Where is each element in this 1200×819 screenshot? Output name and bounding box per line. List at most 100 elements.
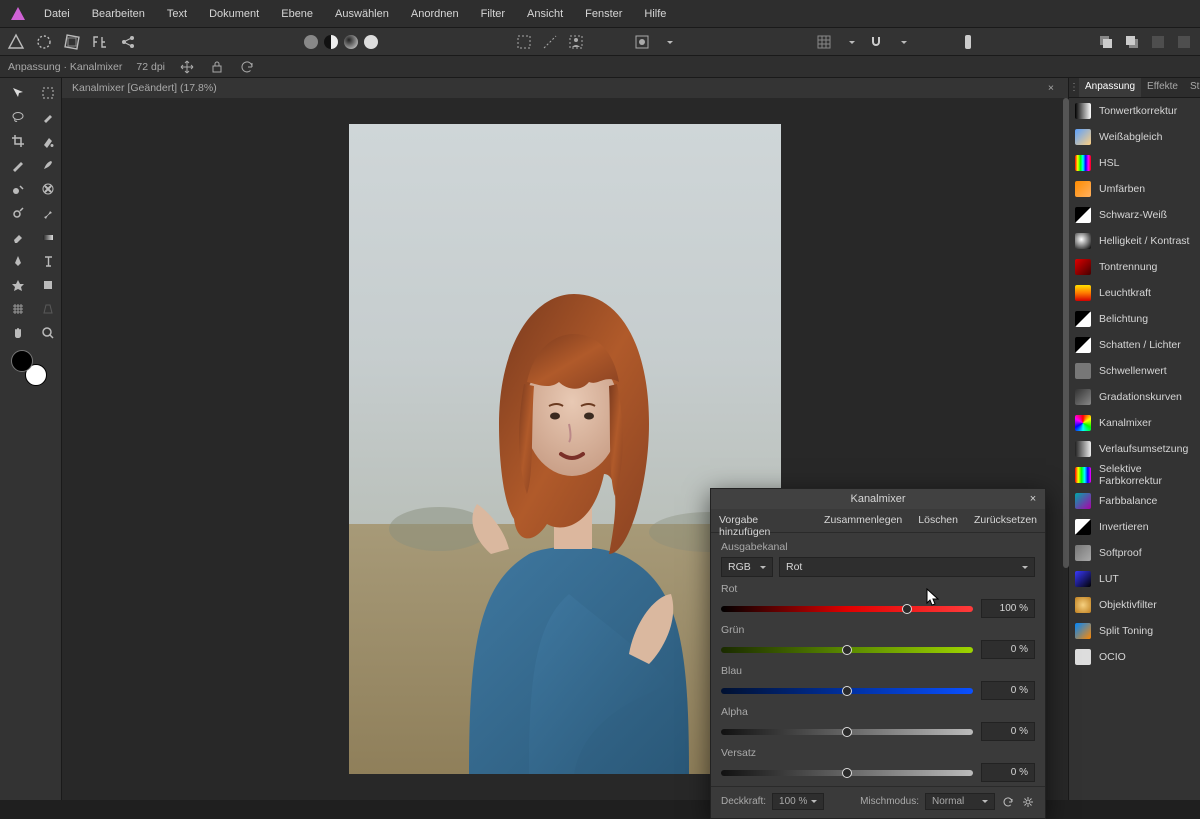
tool-paint[interactable] xyxy=(34,154,62,176)
ctx-refresh-icon[interactable] xyxy=(239,59,255,75)
action-merge[interactable]: Zusammenlegen xyxy=(816,509,910,532)
slider-thumb[interactable] xyxy=(842,645,852,655)
tool-retouch[interactable] xyxy=(34,202,62,224)
marquee-person-icon[interactable] xyxy=(566,32,586,52)
color-model-select[interactable]: RGB xyxy=(721,557,773,577)
dialog-titlebar[interactable]: Kanalmixer × xyxy=(711,489,1045,509)
adjustment-item[interactable]: Split Toning xyxy=(1069,618,1200,644)
slider-track[interactable] xyxy=(721,688,973,694)
dialog-close-icon[interactable]: × xyxy=(1025,491,1041,507)
action-delete[interactable]: Löschen xyxy=(910,509,966,532)
adjustment-item[interactable]: Kanalmixer xyxy=(1069,410,1200,436)
tool-text[interactable] xyxy=(34,250,62,272)
slider-track[interactable] xyxy=(721,729,973,735)
adjustment-item[interactable]: Invertieren xyxy=(1069,514,1200,540)
marquee-diag-icon[interactable] xyxy=(540,32,560,52)
menu-edit[interactable]: Bearbeiten xyxy=(82,4,155,24)
grid-icon[interactable] xyxy=(814,32,834,52)
slider-value[interactable]: 0 % xyxy=(981,722,1035,741)
tool-heal[interactable] xyxy=(34,178,62,200)
tool-mesh[interactable] xyxy=(4,298,32,320)
adjustment-item[interactable]: Helligkeit / Kontrast xyxy=(1069,228,1200,254)
ctx-lock-icon[interactable] xyxy=(209,59,225,75)
menu-filter[interactable]: Filter xyxy=(471,4,515,24)
adjustment-item[interactable]: Tonwertkorrektur xyxy=(1069,98,1200,124)
adjustment-item[interactable]: HSL xyxy=(1069,150,1200,176)
menu-window[interactable]: Fenster xyxy=(575,4,632,24)
tool-move[interactable] xyxy=(4,82,32,104)
persona-photo-icon[interactable] xyxy=(6,32,26,52)
persona-export-icon[interactable] xyxy=(118,32,138,52)
shape-flat-icon[interactable] xyxy=(304,35,318,49)
tool-perspective[interactable] xyxy=(34,298,62,320)
tool-hand[interactable] xyxy=(4,322,32,344)
tab-effects[interactable]: Effekte xyxy=(1141,78,1184,97)
tool-dodge[interactable] xyxy=(4,202,32,224)
slider-thumb[interactable] xyxy=(842,768,852,778)
adjustment-item[interactable]: Leuchtkraft xyxy=(1069,280,1200,306)
menu-document[interactable]: Dokument xyxy=(199,4,269,24)
tool-pencil[interactable] xyxy=(4,154,32,176)
adjustment-item[interactable]: Umfärben xyxy=(1069,176,1200,202)
menu-view[interactable]: Ansicht xyxy=(517,4,573,24)
persona-liquify-icon[interactable] xyxy=(34,32,54,52)
adjustment-item[interactable]: Weißabgleich xyxy=(1069,124,1200,150)
document-tab[interactable]: Kanalmixer [Geändert] (17.8%) × xyxy=(62,78,1068,98)
tool-shape[interactable] xyxy=(4,274,32,296)
adjustment-item[interactable]: LUT xyxy=(1069,566,1200,592)
tool-erase[interactable] xyxy=(4,226,32,248)
slider-thumb[interactable] xyxy=(842,686,852,696)
adjustment-item[interactable]: Verlaufsumsetzung xyxy=(1069,436,1200,462)
shape-solid-icon[interactable] xyxy=(364,35,378,49)
tool-lasso[interactable] xyxy=(4,106,32,128)
tool-brush-select[interactable] xyxy=(34,106,62,128)
reset-small-icon[interactable] xyxy=(1001,795,1015,809)
shape-half-icon[interactable] xyxy=(324,35,338,49)
persona-tone-icon[interactable] xyxy=(90,32,110,52)
menu-text[interactable]: Text xyxy=(157,4,197,24)
adjustment-item[interactable]: Schwellenwert xyxy=(1069,358,1200,384)
slider-track[interactable] xyxy=(721,770,973,776)
quickmask-dropdown[interactable] xyxy=(658,32,678,52)
slider-value[interactable]: 0 % xyxy=(981,763,1035,782)
adjustment-item[interactable]: Gradationskurven xyxy=(1069,384,1200,410)
opacity-select[interactable]: 100 % xyxy=(772,793,824,810)
slider-thumb[interactable] xyxy=(842,727,852,737)
slider-value[interactable]: 0 % xyxy=(981,640,1035,659)
menu-arrange[interactable]: Anordnen xyxy=(401,4,469,24)
blendmode-select[interactable]: Normal xyxy=(925,793,995,810)
adjustment-item[interactable]: Schwarz-Weiß xyxy=(1069,202,1200,228)
quickmask-icon[interactable] xyxy=(632,32,652,52)
marquee-rect-icon[interactable] xyxy=(514,32,534,52)
action-reset[interactable]: Zurücksetzen xyxy=(966,509,1045,532)
slider-thumb[interactable] xyxy=(902,604,912,614)
adjustment-item[interactable]: OCIO xyxy=(1069,644,1200,670)
slider-value[interactable]: 0 % xyxy=(981,681,1035,700)
slider-track[interactable] xyxy=(721,647,973,653)
tool-rectangle[interactable] xyxy=(34,274,62,296)
panel-scrollbar[interactable] xyxy=(1063,98,1069,568)
tool-gradient[interactable] xyxy=(34,226,62,248)
shape-soft-icon[interactable] xyxy=(344,35,358,49)
tab-adjustment[interactable]: Anpassung xyxy=(1079,78,1141,97)
tool-marquee[interactable] xyxy=(34,82,62,104)
foreground-color-swatch[interactable] xyxy=(11,350,33,372)
adjustment-item[interactable]: Farbbalance xyxy=(1069,488,1200,514)
slider-track[interactable] xyxy=(721,606,973,612)
tool-pen[interactable] xyxy=(4,250,32,272)
adjustment-item[interactable]: Belichtung xyxy=(1069,306,1200,332)
panel-handle-icon[interactable]: ⋮ xyxy=(1069,78,1079,97)
adjustment-item[interactable]: Selektive Farbkorrektur xyxy=(1069,462,1200,488)
arrange-dim2-icon[interactable] xyxy=(1174,32,1194,52)
adjustment-item[interactable]: Softproof xyxy=(1069,540,1200,566)
tool-crop[interactable] xyxy=(4,130,32,152)
persona-develop-icon[interactable] xyxy=(62,32,82,52)
close-icon[interactable]: × xyxy=(1044,81,1058,95)
grid-dropdown[interactable] xyxy=(840,32,860,52)
snap-dropdown[interactable] xyxy=(892,32,912,52)
slider-value[interactable]: 100 % xyxy=(981,599,1035,618)
menu-help[interactable]: Hilfe xyxy=(634,4,676,24)
output-channel-select[interactable]: Rot xyxy=(779,557,1035,577)
action-add-preset[interactable]: Vorgabe hinzufügen xyxy=(711,509,816,532)
menu-select[interactable]: Auswählen xyxy=(325,4,399,24)
